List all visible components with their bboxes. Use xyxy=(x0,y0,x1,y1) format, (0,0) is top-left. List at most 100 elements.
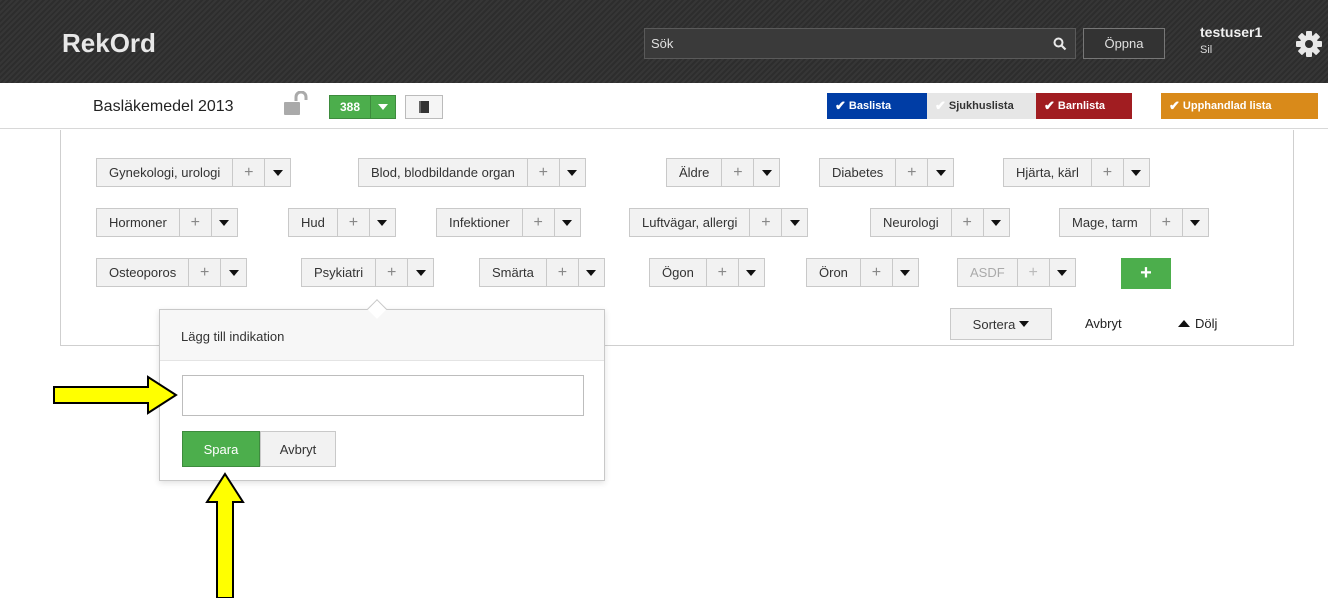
app-logo[interactable]: RekOrd xyxy=(62,28,156,59)
category-chip[interactable]: Psykiatri + xyxy=(301,258,435,287)
chevron-down-icon[interactable] xyxy=(264,159,290,186)
category-label[interactable]: Luftvägar, allergi xyxy=(630,209,749,236)
plus-icon[interactable]: + xyxy=(705,259,738,286)
category-label[interactable]: Äldre xyxy=(667,159,721,186)
category-label[interactable]: Osteoporos xyxy=(97,259,188,286)
chevron-down-icon[interactable] xyxy=(210,209,237,236)
plus-icon[interactable]: + xyxy=(521,209,554,236)
chevron-down-icon[interactable] xyxy=(553,209,580,236)
chevron-down-icon[interactable] xyxy=(982,209,1009,236)
category-chip[interactable]: Osteoporos + xyxy=(96,258,248,287)
search-icon[interactable] xyxy=(1045,29,1075,58)
category-chip[interactable]: Infektioner + xyxy=(436,208,581,237)
category-chip[interactable]: Luftvägar, allergi + xyxy=(629,208,809,237)
cancel-link[interactable]: Avbryt xyxy=(1085,316,1122,331)
category-chip[interactable]: Hormoner + xyxy=(96,208,238,237)
chevron-down-icon[interactable] xyxy=(558,159,585,186)
hide-link[interactable]: Dölj xyxy=(1178,316,1217,331)
category-label[interactable]: Smärta xyxy=(480,259,546,286)
category-chip[interactable]: Blod, blodbildande organ + xyxy=(358,158,586,187)
indication-input[interactable] xyxy=(182,375,584,416)
plus-icon[interactable]: + xyxy=(895,159,927,186)
chevron-down-icon[interactable] xyxy=(927,159,953,186)
category-chip[interactable]: Mage, tarm + xyxy=(1059,208,1209,237)
unlock-icon[interactable] xyxy=(282,90,308,117)
list-tab-label: Baslista xyxy=(848,100,892,112)
plus-icon[interactable]: + xyxy=(232,159,264,186)
save-button[interactable]: Spara xyxy=(182,431,260,467)
plus-icon[interactable]: + xyxy=(336,209,369,236)
category-label[interactable]: Diabetes xyxy=(820,159,895,186)
category-chip[interactable]: Ögon + xyxy=(649,258,765,287)
plus-icon[interactable]: + xyxy=(526,159,559,186)
category-chip-disabled[interactable]: ASDF + xyxy=(957,258,1076,287)
chevron-down-icon[interactable] xyxy=(368,209,395,236)
plus-icon[interactable]: + xyxy=(188,259,220,286)
category-label[interactable]: Infektioner xyxy=(437,209,522,236)
category-chip[interactable]: Hjärta, kärl + xyxy=(1003,158,1150,187)
search-box[interactable]: Sök xyxy=(644,28,1076,59)
plus-icon[interactable]: + xyxy=(1016,259,1049,286)
search-input[interactable]: Sök xyxy=(645,36,1045,51)
category-chip[interactable]: Äldre + xyxy=(666,158,781,187)
plus-icon[interactable]: + xyxy=(1149,209,1182,236)
category-label[interactable]: Hud xyxy=(289,209,337,236)
plus-icon[interactable]: + xyxy=(545,259,578,286)
category-chip[interactable]: Diabetes + xyxy=(819,158,955,187)
chevron-down-icon[interactable] xyxy=(891,259,918,286)
user-name[interactable]: testuser1 xyxy=(1200,24,1262,40)
category-label[interactable]: Blod, blodbildande organ xyxy=(359,159,527,186)
chevron-down-icon[interactable] xyxy=(1048,259,1075,286)
annotation-arrow-right xyxy=(53,375,178,415)
list-tab-sjukhuslista[interactable]: ✔ Sjukhuslista xyxy=(927,93,1036,119)
category-chip[interactable]: Hud + xyxy=(288,208,396,237)
list-tab-upphandlad[interactable]: ✔ Upphandlad lista xyxy=(1161,93,1318,119)
category-label[interactable]: Hormoner xyxy=(97,209,179,236)
plus-icon[interactable]: + xyxy=(749,209,781,236)
book-icon xyxy=(419,101,429,113)
open-button[interactable]: Öppna xyxy=(1083,28,1165,59)
category-label[interactable]: Öron xyxy=(807,259,860,286)
top-bar: RekOrd Sök Öppna testuser1 Sil xyxy=(0,0,1328,83)
plus-icon[interactable]: + xyxy=(721,159,753,186)
category-chip[interactable]: Neurologi + xyxy=(870,208,1010,237)
sort-button[interactable]: Sortera xyxy=(950,308,1052,340)
plus-icon[interactable]: + xyxy=(859,259,892,286)
plus-icon[interactable]: + xyxy=(375,259,407,286)
cancel-button[interactable]: Avbryt xyxy=(260,431,336,467)
list-tab-baslista[interactable]: ✔ Baslista xyxy=(827,93,927,119)
category-chip[interactable]: Öron + xyxy=(806,258,919,287)
chevron-down-icon[interactable] xyxy=(737,259,764,286)
list-title[interactable]: Basläkemedel 2013 xyxy=(93,98,234,116)
chevron-down-icon[interactable] xyxy=(577,259,604,286)
category-label[interactable]: Neurologi xyxy=(871,209,951,236)
list-tab-barnlista[interactable]: ✔ Barnlista xyxy=(1036,93,1132,119)
chevron-down-icon[interactable] xyxy=(407,259,433,286)
book-button[interactable] xyxy=(405,95,443,119)
gear-icon[interactable] xyxy=(1294,29,1324,59)
category-chip[interactable]: Gynekologi, urologi + xyxy=(96,158,292,187)
category-label[interactable]: Gynekologi, urologi xyxy=(97,159,232,186)
category-chip[interactable]: Smärta + xyxy=(479,258,605,287)
plus-icon[interactable]: + xyxy=(1090,159,1123,186)
plus-icon[interactable]: + xyxy=(178,209,211,236)
check-icon: ✔ xyxy=(935,98,946,113)
item-count-button[interactable]: 388 xyxy=(329,95,397,119)
chevron-down-icon[interactable] xyxy=(753,159,779,186)
category-label[interactable]: Psykiatri xyxy=(302,259,375,286)
category-label[interactable]: Hjärta, kärl xyxy=(1004,159,1091,186)
hide-label: Dölj xyxy=(1195,316,1218,331)
chevron-down-icon[interactable] xyxy=(1181,209,1208,236)
list-header: Basläkemedel 2013 388 ✔ Baslista ✔ Sjukhus… xyxy=(0,83,1328,129)
category-label[interactable]: Ögon xyxy=(650,259,706,286)
chevron-down-icon[interactable] xyxy=(781,209,807,236)
chevron-down-icon[interactable] xyxy=(220,259,246,286)
chevron-down-icon[interactable] xyxy=(371,96,395,118)
chevron-down-icon[interactable] xyxy=(1122,159,1149,186)
sort-label: Sortera xyxy=(972,316,1016,332)
category-label[interactable]: ASDF xyxy=(958,259,1017,286)
plus-icon[interactable]: + xyxy=(950,209,983,236)
popover-title: Lägg till indikation xyxy=(160,310,604,361)
add-category-button[interactable]: + xyxy=(1121,258,1171,289)
category-label[interactable]: Mage, tarm xyxy=(1060,209,1150,236)
